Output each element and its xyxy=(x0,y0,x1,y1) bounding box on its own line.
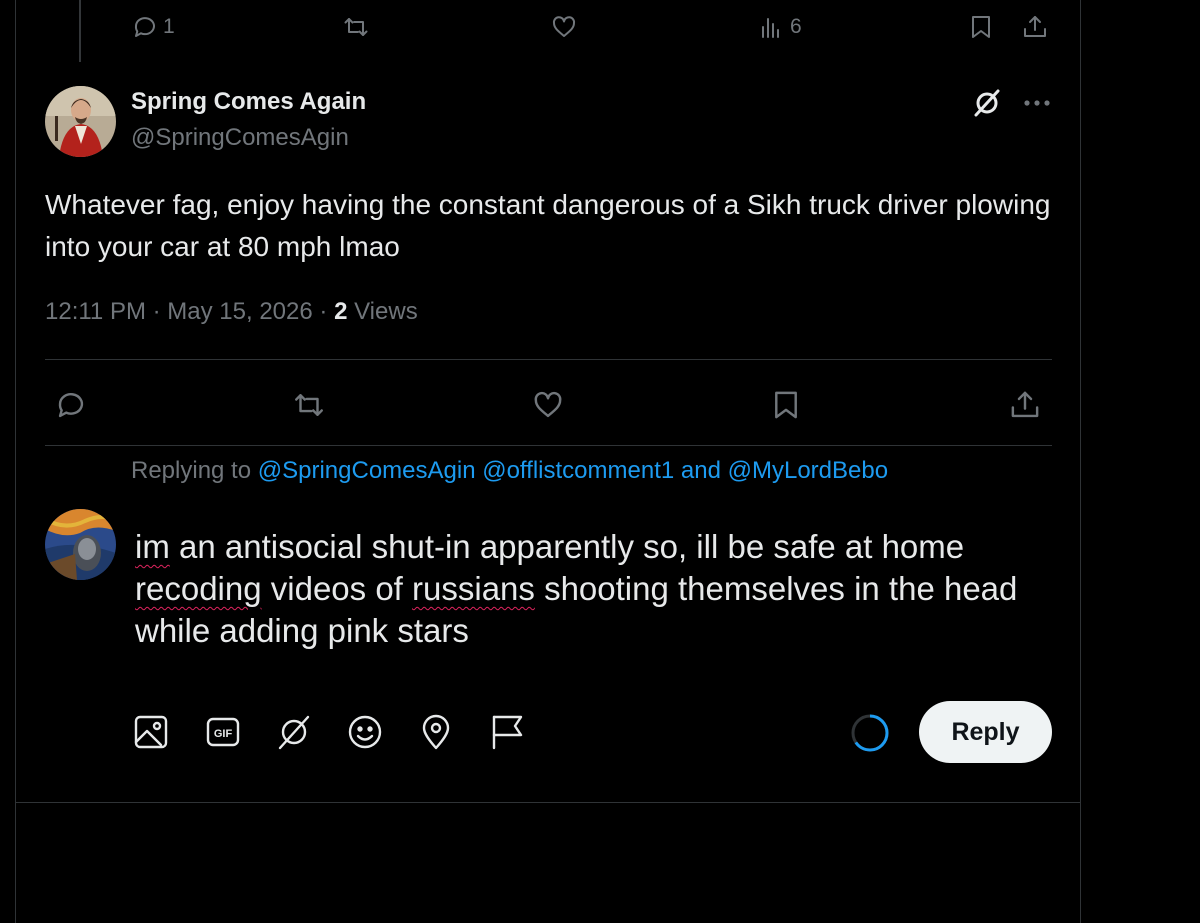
misspelled-word[interactable]: russians xyxy=(412,570,535,607)
mention-offlistcomment1[interactable]: @offlistcomment1 xyxy=(482,457,674,484)
divider-top xyxy=(45,359,1052,360)
repost-icon xyxy=(344,18,368,36)
meta-separator: · xyxy=(319,298,328,325)
user-avatar[interactable] xyxy=(45,509,116,580)
bookmark-icon xyxy=(775,391,797,419)
prev-views-count: 6 xyxy=(790,15,802,38)
replying-to-line: Replying to @SpringComesAgin @offlistcom… xyxy=(131,457,888,485)
timeline-column-right-border xyxy=(1080,0,1081,923)
tweet-time[interactable]: 12:11 PM xyxy=(45,298,146,325)
prev-bookmark-button[interactable] xyxy=(967,13,995,41)
author-handle[interactable]: @SpringComesAgin xyxy=(131,124,349,152)
misspelled-word[interactable]: recoding xyxy=(135,570,262,607)
media-button[interactable] xyxy=(131,712,171,752)
prev-like-button[interactable] xyxy=(550,13,578,41)
schedule-button[interactable] xyxy=(488,712,528,752)
views-label: Views xyxy=(354,298,418,325)
reply-text-part: an antisocial shut-in apparently so, ill… xyxy=(169,528,965,565)
tweet-date[interactable]: May 15, 2026 xyxy=(167,298,312,325)
gif-icon: GIF xyxy=(206,717,240,747)
reply-text-part: videos of xyxy=(261,570,413,607)
prev-share-button[interactable] xyxy=(1021,13,1049,41)
meta-separator: · xyxy=(152,298,161,325)
views-count: 2 xyxy=(334,298,348,325)
bookmark-icon xyxy=(972,16,990,38)
character-progress xyxy=(850,713,890,753)
svg-text:GIF: GIF xyxy=(214,728,233,740)
timeline-column-left-border xyxy=(15,0,16,923)
section-divider xyxy=(15,802,1081,803)
reply-icon xyxy=(134,17,155,37)
user-avatar-image xyxy=(45,509,116,580)
divider-bottom xyxy=(45,445,1052,446)
mention-springcomesagin[interactable]: @SpringComesAgin xyxy=(258,457,476,484)
prev-reply-count: 1 xyxy=(163,15,175,38)
location-button[interactable] xyxy=(416,712,456,752)
share-icon xyxy=(1024,16,1046,37)
share-icon xyxy=(1011,391,1039,418)
heart-icon xyxy=(552,16,576,37)
author-avatar-image xyxy=(45,86,116,157)
grok-tool-button[interactable] xyxy=(274,712,314,752)
character-progress-ring xyxy=(851,714,889,752)
prev-repost-button[interactable] xyxy=(342,13,370,41)
author-name[interactable]: Spring Comes Again xyxy=(131,88,366,116)
reply-icon xyxy=(58,393,84,418)
like-button[interactable] xyxy=(531,388,565,422)
repost-button[interactable] xyxy=(292,388,326,422)
replying-to-label: Replying to xyxy=(131,457,252,484)
image-icon xyxy=(134,715,168,749)
location-icon xyxy=(422,714,450,750)
views-icon xyxy=(762,18,779,38)
share-button[interactable] xyxy=(1008,388,1042,422)
emoji-icon xyxy=(348,715,382,749)
flag-icon xyxy=(492,715,523,750)
mention-and-label[interactable]: and xyxy=(681,457,721,484)
bookmark-button[interactable] xyxy=(769,388,803,422)
mention-mylordbebo[interactable]: @MyLordBebo xyxy=(728,457,888,484)
prev-views-button[interactable]: 6 xyxy=(758,13,802,41)
misspelled-word[interactable]: im xyxy=(135,528,170,565)
heart-icon xyxy=(534,391,562,418)
grok-button[interactable] xyxy=(970,86,1004,120)
reply-input[interactable]: im an antisocial shut-in apparently so, … xyxy=(135,526,1055,652)
gif-button[interactable]: GIF xyxy=(203,712,243,752)
reply-submit-button[interactable]: Reply xyxy=(919,701,1052,763)
grok-icon xyxy=(974,89,1000,117)
grok-icon xyxy=(278,715,310,750)
author-avatar[interactable] xyxy=(45,86,116,157)
emoji-button[interactable] xyxy=(345,712,385,752)
more-button[interactable] xyxy=(1022,96,1052,110)
tweet-meta: 12:11 PM · May 15, 2026 · 2 Views xyxy=(45,298,418,326)
thread-connector-line xyxy=(79,0,81,62)
reply-button[interactable] xyxy=(54,388,88,422)
repost-icon xyxy=(295,394,323,416)
more-icon xyxy=(1024,100,1050,106)
prev-reply-button[interactable]: 1 xyxy=(131,13,175,41)
tweet-text: Whatever fag, enjoy having the constant … xyxy=(45,189,1051,262)
